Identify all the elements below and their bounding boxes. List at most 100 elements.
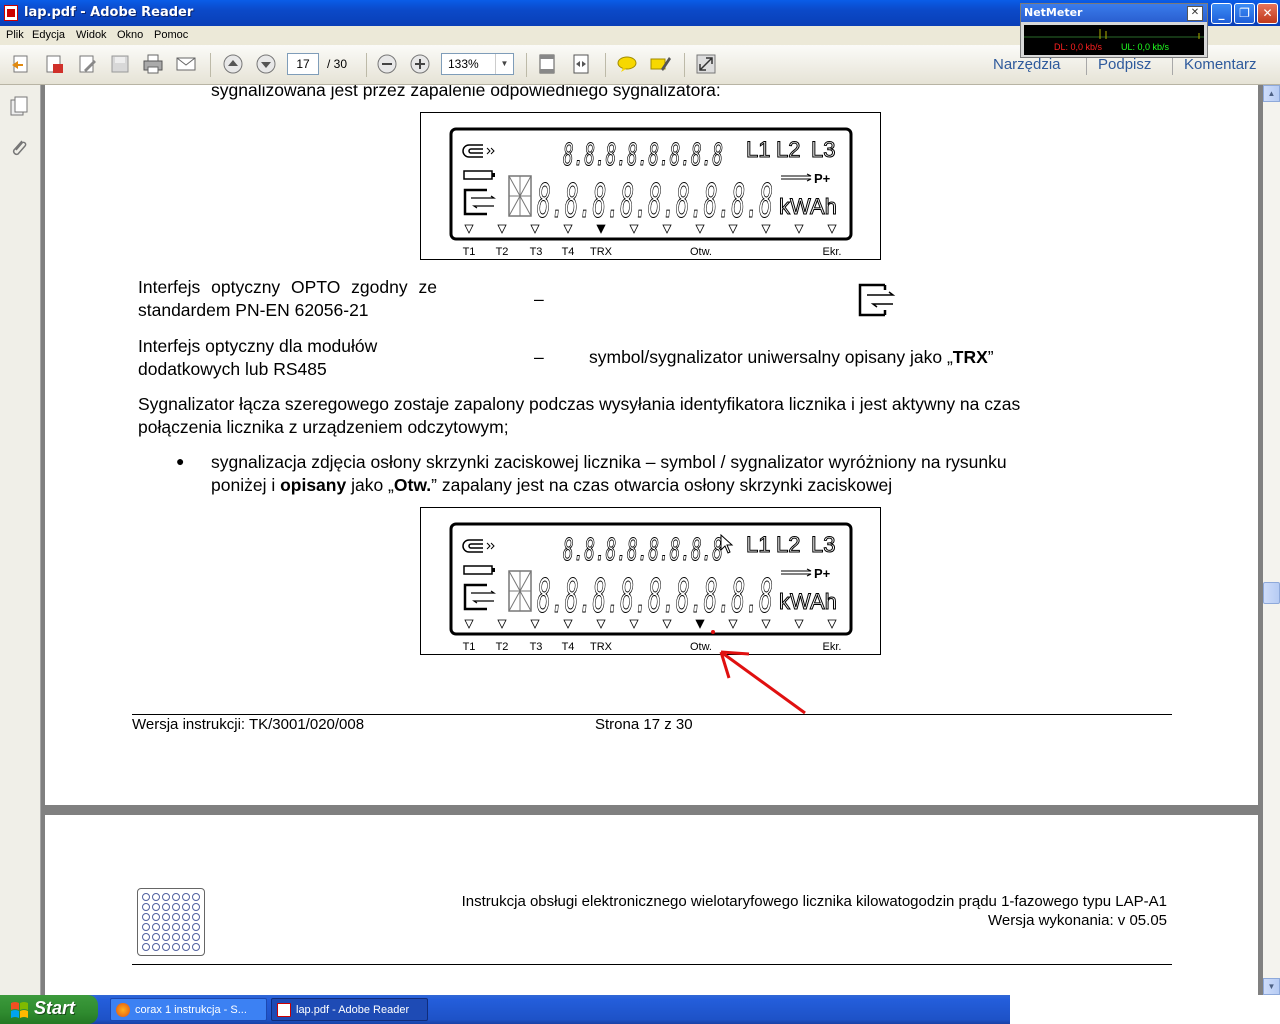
indicator-label-trx: TRX: [590, 641, 613, 653]
toolbar-separator: [210, 53, 211, 77]
start-button[interactable]: Start: [0, 995, 98, 1024]
unit-label: kWAh: [779, 589, 837, 614]
digits-top: 8.8.8.8.8.8.8.8: [563, 138, 723, 173]
header-rule: [132, 964, 1172, 965]
link-separator: [1172, 55, 1173, 75]
phase-l3: L3: [811, 137, 835, 162]
opto-text-line1: Interfejs optyczny OPTO zgodny ze: [138, 277, 437, 297]
print-icon[interactable]: [142, 53, 164, 75]
pages-thumbnail-icon[interactable]: [8, 95, 30, 117]
netmeter-download: DL: 0,0 kb/s: [1054, 42, 1103, 52]
footer-rule: [132, 714, 1172, 715]
taskbar: Start corax 1 instrukcja - S... lap.pdf …: [0, 995, 1280, 1024]
pdf-app-icon: [4, 5, 18, 21]
next-page-icon[interactable]: [255, 53, 277, 75]
menu-pomoc[interactable]: Pomoc: [154, 29, 188, 41]
toolbar-separator: [526, 53, 527, 77]
scroll-up-arrow-icon[interactable]: ▲: [1263, 85, 1280, 102]
trx-desc-prefix: symbol/sygnalizator uniwersalny opisany …: [589, 347, 953, 367]
manual-header-line2: Wersja wykonania: v 05.05: [988, 912, 1167, 929]
netmeter-title: NetMeter: [1021, 4, 1207, 22]
footer-version: Wersja instrukcji: TK/3001/020/008: [132, 716, 365, 733]
previous-page-icon[interactable]: [222, 53, 244, 75]
phase-l2: L2: [776, 532, 800, 557]
save-icon[interactable]: [109, 53, 131, 75]
indicator-label-t1: T1: [463, 641, 476, 653]
battery-tip: [492, 173, 495, 177]
pplus-label: P+: [814, 566, 831, 581]
phase-l3: L3: [811, 532, 835, 557]
menu-edycja[interactable]: Edycja: [32, 29, 65, 41]
comment-bubble-icon[interactable]: [616, 53, 638, 75]
netmeter-graph-lines: [1024, 29, 1204, 39]
indicator-label-otw: Otw.: [690, 246, 712, 258]
vertical-scrollbar[interactable]: ▲ ▼: [1263, 85, 1280, 995]
document-view[interactable]: sygnalizowana jest przez zapalenie odpow…: [41, 85, 1263, 995]
menu-plik[interactable]: Plik: [6, 29, 24, 41]
highlight-pen-icon[interactable]: [649, 53, 671, 75]
indicator-label-t1: T1: [463, 246, 476, 258]
lcd-svg: 8.8.8.8.8.8.8.88.8.8.8.8.8.8.8.8 L1 L2 L3 P+…: [449, 522, 853, 653]
netmeter-widget[interactable]: NetMeter ✕ DL: 0,0 kb/s UL: 0,0 kb/s: [1020, 3, 1208, 58]
edit-pdf-icon[interactable]: [76, 53, 98, 75]
indicator-label-ekr: Ekr.: [823, 246, 842, 258]
bullet-line1: sygnalizacja zdjęcia osłony skrzynki zac…: [211, 452, 1007, 472]
phase-l1: L1: [746, 137, 770, 162]
sign-link[interactable]: Podpisz: [1098, 56, 1151, 73]
lcd-diagram-trx: 8.8.8.8.8.8.8.8 8.8.8.8.8.8.8.8.8 L1 L2 L3 P+…: [420, 112, 881, 260]
netmeter-close-button[interactable]: ✕: [1187, 6, 1203, 21]
zoom-select[interactable]: 133% ▼: [441, 53, 514, 75]
dash-1: –: [534, 289, 544, 309]
indicator-label-trx: TRX: [590, 246, 613, 258]
indicator-label-ekr: Ekr.: [823, 641, 842, 653]
firefox-icon: [116, 1003, 130, 1017]
fullscreen-icon[interactable]: [695, 53, 717, 75]
bullet-line2-b: opisany: [280, 475, 347, 495]
taskbar-item-adobe-label: lap.pdf - Adobe Reader: [296, 1004, 410, 1016]
minimize-button[interactable]: _: [1211, 3, 1232, 24]
opto-interface-icon: [857, 282, 897, 323]
attachment-paperclip-icon[interactable]: [8, 137, 30, 159]
chevron-down-icon[interactable]: ▼: [495, 54, 513, 74]
toolbar-separator: [366, 53, 367, 77]
indicator-label-t3: T3: [530, 246, 543, 258]
battery-tip: [492, 568, 495, 572]
taskbar-item-corax[interactable]: corax 1 instrukcja - S...: [110, 998, 267, 1021]
manual-header-line1: Instrukcja obsługi elektronicznego wielo…: [461, 893, 1167, 910]
scroll-thumb[interactable]: [1263, 582, 1280, 604]
maximize-button[interactable]: ❐: [1234, 3, 1255, 24]
create-pdf-icon[interactable]: [10, 53, 32, 75]
tools-link[interactable]: Narzędzia: [993, 56, 1061, 73]
close-button[interactable]: ✕: [1257, 3, 1278, 24]
menu-okno[interactable]: Okno: [117, 29, 143, 41]
mouse-cursor-icon: [720, 534, 734, 554]
trx-description: symbol/sygnalizator uniwersalny opisany …: [589, 347, 994, 368]
zoom-out-icon[interactable]: [376, 53, 398, 75]
scroll-down-arrow-icon[interactable]: ▼: [1263, 978, 1280, 995]
email-icon[interactable]: [175, 53, 197, 75]
bullet-line2-e: ” zapalany jest na czas otwarcia osłony …: [431, 475, 893, 495]
comment-link[interactable]: Komentarz: [1184, 56, 1257, 73]
windows-flag-icon: [11, 1002, 28, 1018]
indicator-label-t3: T3: [530, 641, 543, 653]
system-tray: [1010, 995, 1280, 1024]
export-pdf-icon[interactable]: [43, 53, 65, 75]
phase-l2: L2: [776, 137, 800, 162]
footer-page-number: Strona 17 z 30: [595, 716, 693, 733]
opto-text-line2: standardem PN-EN 62056-21: [138, 300, 369, 320]
zoom-in-icon[interactable]: [409, 53, 431, 75]
bullet-line2: poniżej i opisany jako „Otw.” zapalany j…: [211, 475, 892, 496]
menu-widok[interactable]: Widok: [76, 29, 107, 41]
fit-width-icon[interactable]: [570, 53, 592, 75]
paragraph-line1: Sygnalizator łącza szeregowego zostaje z…: [138, 394, 1021, 414]
module-text-line2: dodatkowych lub RS485: [138, 359, 327, 379]
dash-2: –: [534, 347, 544, 367]
taskbar-item-corax-label: corax 1 instrukcja - S...: [135, 1004, 247, 1016]
trx-desc-bold: TRX: [952, 347, 988, 367]
page-number-input[interactable]: 17: [287, 53, 319, 75]
toolbar-separator: [684, 53, 685, 77]
red-dot-marker: [711, 630, 715, 634]
lcd-diagram-otw: 8.8.8.8.8.8.8.8 8.8.8.8.8.8.8.8.8 L1 L2 L3 P+…: [420, 507, 881, 655]
fit-page-icon[interactable]: [536, 53, 558, 75]
taskbar-item-adobe-reader[interactable]: lap.pdf - Adobe Reader: [271, 998, 428, 1021]
